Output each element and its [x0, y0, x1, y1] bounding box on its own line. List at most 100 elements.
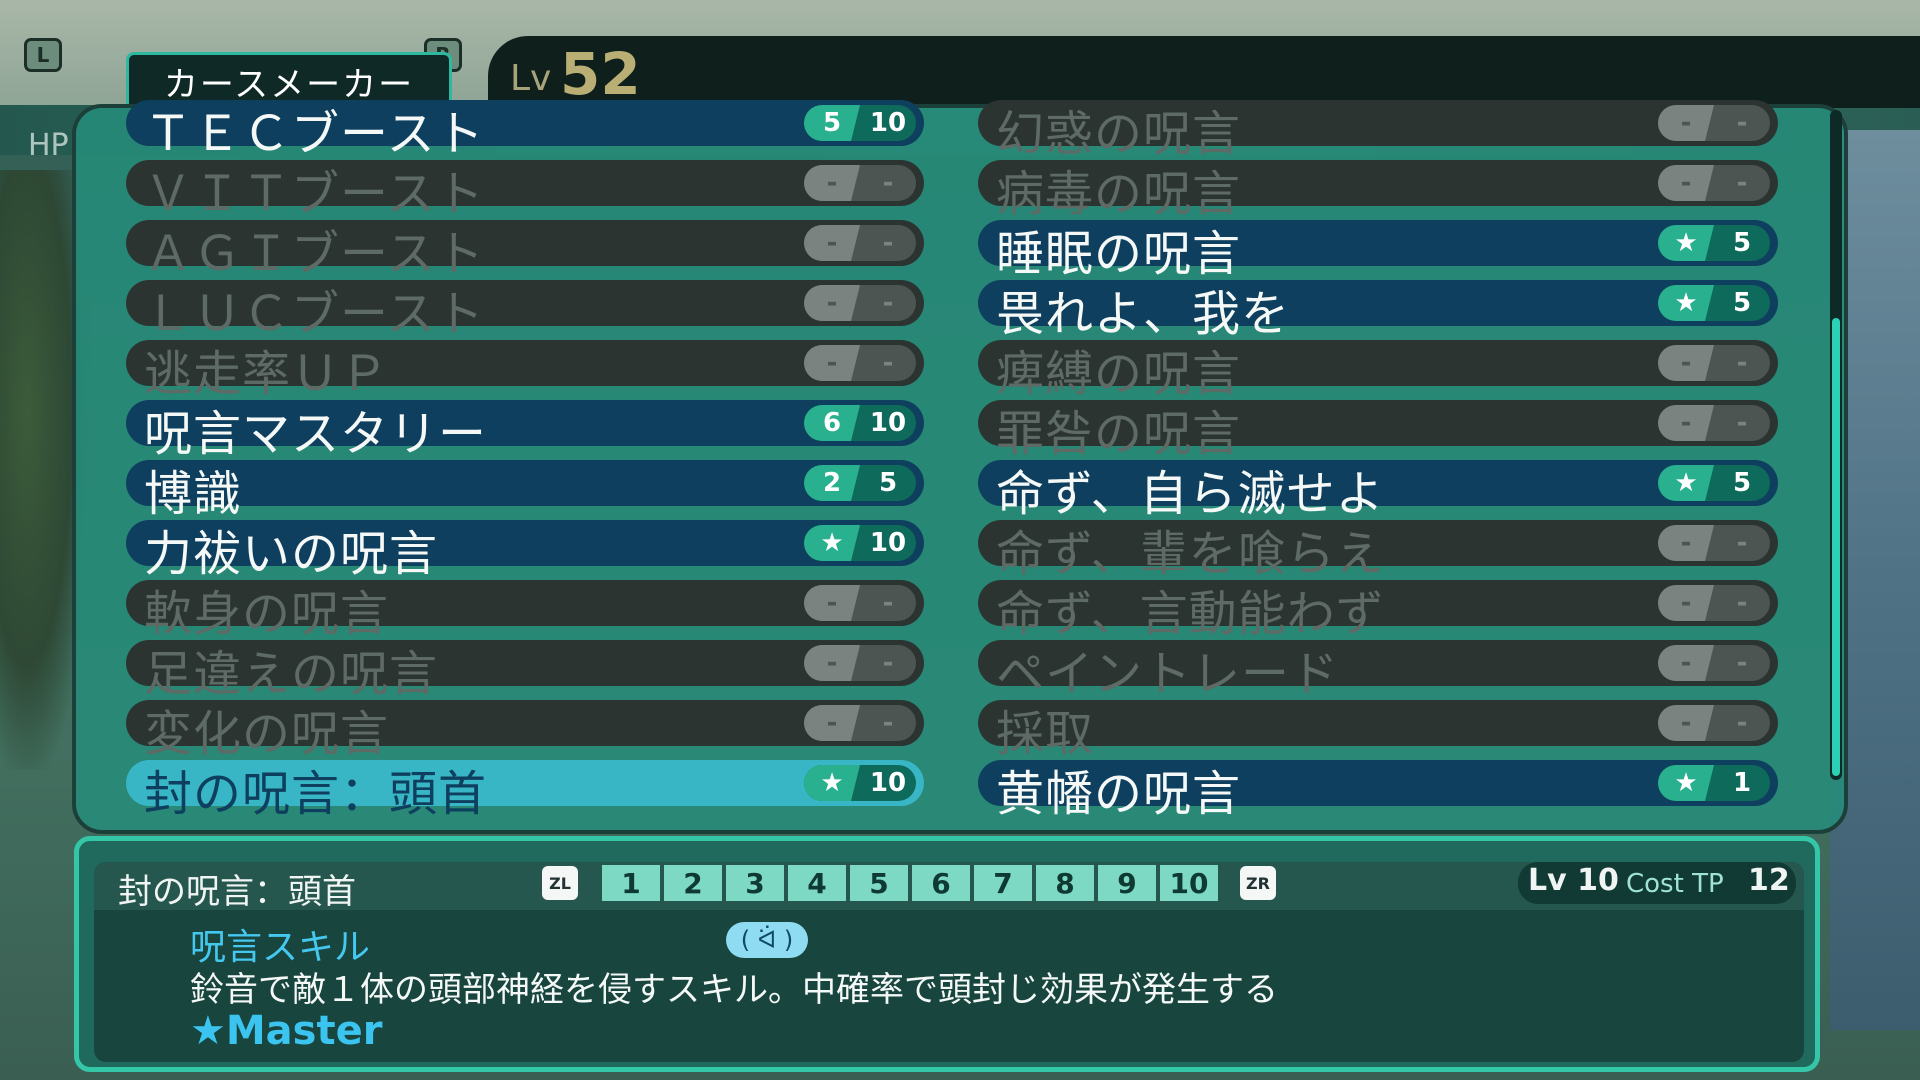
skill-level-current: -	[1658, 165, 1714, 201]
skill-level-pill: --	[1658, 585, 1770, 621]
skill-level-max: 10	[869, 528, 907, 558]
skill-level-pill: --	[804, 585, 916, 621]
skill-row-right-10[interactable]: ペイントレード - -	[978, 640, 1778, 702]
skill-level-max: -	[882, 228, 894, 258]
l-shoulder-button[interactable]: L	[24, 38, 62, 72]
level-box-4[interactable]: 4	[788, 865, 846, 901]
zl-button-icon[interactable]: ZL	[542, 866, 578, 900]
skill-row-right-4[interactable]: 畏れよ、我を ★ 5	[978, 280, 1778, 342]
skill-row-left-5[interactable]: 逃走率ＵＰ - -	[126, 340, 924, 402]
skill-level-pill: --	[1658, 345, 1770, 381]
skill-level-current: -	[1658, 525, 1714, 561]
skill-row-left-12[interactable]: 封の呪言：頭首 ★ 10	[126, 760, 924, 822]
skill-level-current: 6	[804, 405, 860, 441]
star-icon: ★	[1658, 465, 1714, 501]
skill-row-left-6[interactable]: 呪言マスタリー 6 10	[126, 400, 924, 462]
skill-level-pill: 5 10	[804, 105, 916, 141]
skill-name: 黄幡の呪言	[996, 766, 1242, 822]
skill-level-current: -	[1658, 585, 1714, 621]
skill-name: 封の呪言：頭首	[144, 766, 488, 822]
level-box-2[interactable]: 2	[664, 865, 722, 901]
skill-level-max: -	[882, 168, 894, 198]
skill-level-max: 5	[878, 468, 898, 498]
skill-level-pill: --	[804, 345, 916, 381]
skill-level-pill: ★ 10	[804, 765, 916, 801]
skill-level-pill: --	[804, 285, 916, 321]
skill-level-current: -	[1658, 705, 1714, 741]
skill-row-right-7[interactable]: 命ず、自ら滅せよ ★ 5	[978, 460, 1778, 522]
skill-row-left-4[interactable]: ＬＵＣブースト - -	[126, 280, 924, 342]
cost-value: 12	[1748, 863, 1790, 898]
skill-row-left-7[interactable]: 博識 2 5	[126, 460, 924, 522]
level-box-9[interactable]: 9	[1098, 865, 1156, 901]
skill-row-left-2[interactable]: ＶＩＴブースト - -	[126, 160, 924, 222]
skill-level-pill: --	[804, 705, 916, 741]
skill-level-pill: --	[1658, 525, 1770, 561]
skill-row-right-1[interactable]: 幻惑の呪言 - -	[978, 100, 1778, 162]
skill-level-current: -	[804, 645, 860, 681]
star-icon: ★	[1658, 765, 1714, 801]
face-icon: ( ᐛ )	[726, 922, 808, 958]
skill-level-max: -	[1736, 168, 1748, 198]
skill-level-pill: ★ 10	[804, 525, 916, 561]
star-icon: ★	[804, 765, 860, 801]
level-box-10[interactable]: 10	[1160, 865, 1218, 901]
star-icon: ★	[1658, 285, 1714, 321]
skill-level-pill: ★ 1	[1658, 765, 1770, 801]
level-box-3[interactable]: 3	[726, 865, 784, 901]
skill-level-max: -	[882, 348, 894, 378]
skill-row-left-10[interactable]: 足違えの呪言 - -	[126, 640, 924, 702]
skill-row-right-3[interactable]: 睡眠の呪言 ★ 5	[978, 220, 1778, 282]
level-box-1[interactable]: 1	[602, 865, 660, 901]
skill-level-max: -	[1736, 588, 1748, 618]
skill-row-right-12[interactable]: 黄幡の呪言 ★ 1	[978, 760, 1778, 822]
skill-row-right-6[interactable]: 罪咎の呪言 - -	[978, 400, 1778, 462]
skill-level-current: -	[1658, 645, 1714, 681]
skill-row-right-8[interactable]: 命ず、輩を喰らえ - -	[978, 520, 1778, 582]
skill-level-current: -	[1658, 345, 1714, 381]
level-box-5[interactable]: 5	[850, 865, 908, 901]
skill-level-max: -	[1736, 348, 1748, 378]
skill-level-max: -	[882, 648, 894, 678]
skill-row-left-8[interactable]: 力祓いの呪言 ★ 10	[126, 520, 924, 582]
skill-level-pill: --	[1658, 405, 1770, 441]
skill-level-max: 5	[1732, 228, 1752, 258]
skill-level-pill: --	[1658, 105, 1770, 141]
detail-level: Lv 10	[1528, 863, 1619, 898]
skill-level-max: -	[1736, 708, 1748, 738]
level-box-8[interactable]: 8	[1036, 865, 1094, 901]
skill-level-max: 5	[1732, 468, 1752, 498]
skill-level-pill: --	[804, 645, 916, 681]
skill-level-pill: ★ 5	[1658, 285, 1770, 321]
skill-row-right-5[interactable]: 痺縛の呪言 - -	[978, 340, 1778, 402]
skill-row-left-11[interactable]: 変化の呪言 - -	[126, 700, 924, 762]
skill-level-current: -	[804, 165, 860, 201]
skill-level-current: 2	[804, 465, 860, 501]
zr-button-icon[interactable]: ZR	[1240, 866, 1276, 900]
skill-level-max: -	[882, 708, 894, 738]
skill-level-max: -	[1736, 528, 1748, 558]
skill-level-current: -	[804, 345, 860, 381]
skill-level-current: -	[804, 705, 860, 741]
skill-level-max: -	[882, 288, 894, 318]
skill-row-right-11[interactable]: 採取 - -	[978, 700, 1778, 762]
skill-level-current: -	[804, 285, 860, 321]
skill-level-pill: 25	[804, 465, 916, 501]
scrollbar-thumb[interactable]	[1832, 318, 1840, 776]
skill-row-left-3[interactable]: ＡＧＩブースト - -	[126, 220, 924, 282]
level-box-7[interactable]: 7	[974, 865, 1032, 901]
level-box-6[interactable]: 6	[912, 865, 970, 901]
skill-level-max: -	[1736, 408, 1748, 438]
skill-row-left-1[interactable]: ＴＥＣブースト 5 10	[126, 100, 924, 162]
skill-level-pill: ★ 5	[1658, 225, 1770, 261]
master-label: ★Master	[190, 1008, 383, 1054]
skill-row-right-2[interactable]: 病毒の呪言 - -	[978, 160, 1778, 222]
skill-level-current: -	[804, 225, 860, 261]
star-icon: ★	[1658, 225, 1714, 261]
skill-row-right-9[interactable]: 命ず、言動能わず - -	[978, 580, 1778, 642]
skill-level-pill: --	[804, 225, 916, 261]
level-value: 52	[560, 40, 641, 108]
skill-row-left-9[interactable]: 軟身の呪言 - -	[126, 580, 924, 642]
skill-level-max: -	[882, 588, 894, 618]
level-prefix: Lv	[510, 58, 552, 99]
